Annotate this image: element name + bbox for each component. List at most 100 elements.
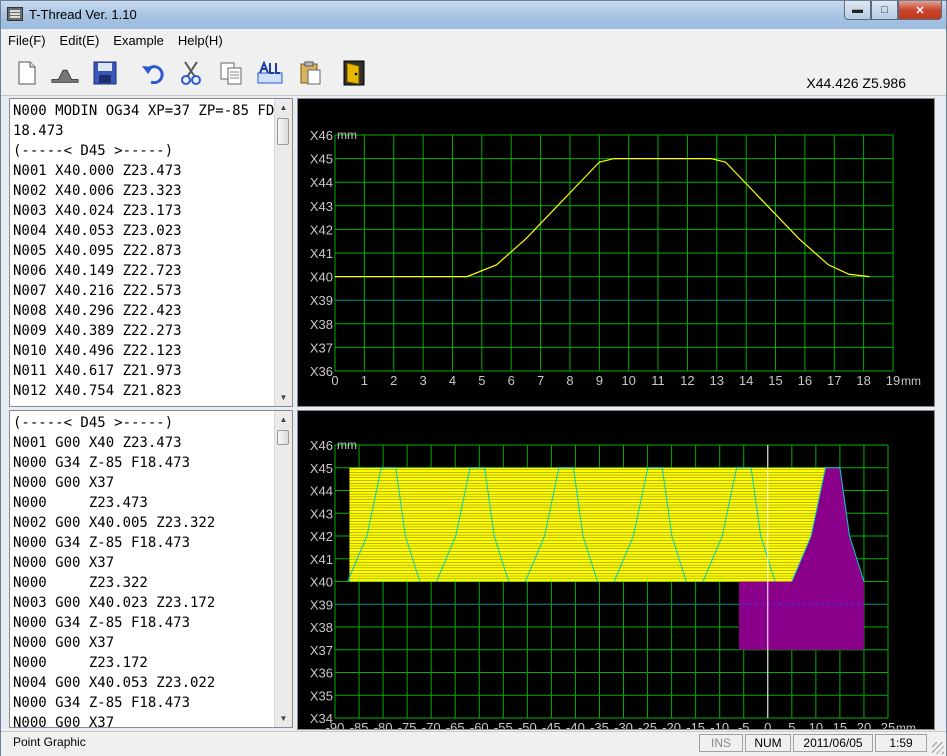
code-line[interactable]: N000 G34 Z-85 F18.473 — [13, 533, 215, 553]
minimize-button[interactable]: ▬ — [844, 1, 871, 20]
y-unit-label: mm — [337, 128, 357, 142]
code-line[interactable]: N000 MODIN OG34 XP=37 ZP=-85 FD= — [13, 101, 283, 121]
x-tick-label: -25 — [638, 720, 657, 729]
code-line[interactable]: (-----< D45 >-----) — [13, 141, 283, 161]
x-tick-label: -75 — [398, 720, 417, 729]
toolbar: X44.426 Z5.986 — [1, 51, 946, 96]
x-tick-label: -20 — [662, 720, 681, 729]
scroll-down-icon[interactable]: ▼ — [275, 389, 292, 406]
menu-example[interactable]: Example — [106, 33, 171, 48]
cut-icon — [181, 61, 201, 85]
pass-chart[interactable]: X46X45X44X43X42X41X40X39X38X37X36X35X34-… — [298, 411, 934, 729]
code-line[interactable]: N000 G34 Z-85 F18.473 — [13, 613, 215, 633]
cut-button[interactable] — [177, 59, 205, 87]
window-title: T-Thread Ver. 1.10 — [29, 7, 137, 22]
nc-output-text[interactable]: (-----< D45 >-----) N001 G00 X40 Z23.473 N… — [13, 413, 215, 727]
code-line[interactable]: N000 G34 Z-85 F18.473 — [13, 693, 215, 713]
code-line[interactable]: N002 X40.006 Z23.323 — [13, 181, 283, 201]
code-line[interactable]: N000 G34 Z-85 F18.473 — [13, 453, 215, 473]
undo-button[interactable] — [139, 59, 167, 87]
nc-output-editor[interactable]: (-----< D45 >-----) N001 G00 X40 Z23.473 N… — [9, 410, 293, 728]
nc-program-editor[interactable]: N000 MODIN OG34 XP=37 ZP=-85 FD= 18.473 (-… — [9, 98, 293, 407]
y-tick-label: X35 — [310, 688, 333, 703]
code-line[interactable]: N004 X40.053 Z23.023 — [13, 221, 283, 241]
scroll-up-icon[interactable]: ▲ — [275, 411, 292, 428]
cursor-coordinates: X44.426 Z5.986 — [806, 75, 906, 91]
menu-bar: File(F) Edit(E) Example Help(H) — [1, 29, 946, 51]
code-line[interactable]: (-----< D45 >-----) — [13, 413, 215, 433]
code-line[interactable]: N001 G00 X40 Z23.473 — [13, 433, 215, 453]
code-line[interactable]: N004 G00 X40.053 Z23.022 — [13, 673, 215, 693]
code-line[interactable]: N000 Z23.172 — [13, 653, 215, 673]
profile-chart[interactable]: X46X45X44X43X42X41X40X39X38X37X360 1 2 3 4 5 6… — [298, 99, 934, 406]
x-tick-label: -55 — [494, 720, 513, 729]
new-file-button[interactable] — [13, 59, 41, 87]
code-line[interactable]: N010 X40.496 Z22.123 — [13, 341, 283, 361]
code-line[interactable]: N000 Z23.322 — [13, 573, 215, 593]
x-tick-label: -15 — [686, 720, 705, 729]
code-line[interactable]: N000 G00 X37 — [13, 553, 215, 573]
copy-button[interactable] — [217, 59, 245, 87]
y-tick-label: X39 — [310, 597, 333, 612]
x-tick-label: 15 — [833, 720, 847, 729]
editor-top-scrollbar[interactable]: ▲ ▼ — [274, 99, 292, 406]
code-line[interactable]: N000 G00 X37 — [13, 633, 215, 653]
exit-door-icon — [343, 60, 365, 86]
x-tick-label: 13 — [710, 373, 724, 388]
x-tick-label: 17 — [827, 373, 841, 388]
y-tick-label: X36 — [310, 364, 333, 379]
scroll-thumb[interactable] — [277, 118, 289, 145]
copy-icon — [220, 62, 242, 85]
editor-bottom-scrollbar[interactable]: ▲ ▼ — [274, 411, 292, 727]
code-line[interactable]: N003 X40.024 Z23.173 — [13, 201, 283, 221]
paste-button[interactable] — [296, 59, 324, 87]
menu-edit[interactable]: Edit(E) — [53, 33, 107, 48]
select-all-button[interactable] — [256, 59, 284, 87]
code-line[interactable]: N005 X40.095 Z22.873 — [13, 241, 283, 261]
x-tick-label: -80 — [374, 720, 393, 729]
y-tick-label: X37 — [310, 643, 333, 658]
code-line[interactable]: N000 G00 X37 — [13, 713, 215, 727]
paste-icon — [300, 61, 321, 85]
thread-profile-graph[interactable]: X46 X45 X44 X43 X42 X41 X40 X39 X38 X37 X36 0 1 2 3 4 5 6… — [297, 98, 935, 407]
title-bar[interactable]: T-Thread Ver. 1.10 ▬ □ ✕ — [1, 1, 946, 29]
x-tick-label: -35 — [590, 720, 609, 729]
y-tick-label: X41 — [310, 552, 333, 567]
menu-help[interactable]: Help(H) — [171, 33, 230, 48]
code-line[interactable]: N001 X40.000 Z23.473 — [13, 161, 283, 181]
x-tick-label: 10 — [809, 720, 823, 729]
close-button[interactable]: ✕ — [898, 1, 942, 20]
code-line[interactable]: N009 X40.389 Z22.273 — [13, 321, 283, 341]
code-line[interactable]: N000 G00 X37 — [13, 473, 215, 493]
code-line[interactable]: N006 X40.149 Z22.723 — [13, 261, 283, 281]
x-tick-label: 8 — [566, 373, 573, 388]
code-line[interactable]: N003 G00 X40.023 Z23.172 — [13, 593, 215, 613]
cutting-pass-graph[interactable]: X46 X45 X44 X43 X42 X41 X40 X39 X38 X37 X36 X35 X34-… — [297, 410, 935, 730]
pass-band — [349, 467, 826, 582]
code-line[interactable]: N012 X40.754 Z21.823 — [13, 381, 283, 401]
y-tick-label: X41 — [310, 246, 333, 261]
nc-program-text[interactable]: N000 MODIN OG34 XP=37 ZP=-85 FD= 18.473 (-… — [13, 101, 283, 401]
code-line[interactable]: 18.473 — [13, 121, 283, 141]
thread-profile-button[interactable] — [51, 59, 79, 87]
save-button[interactable] — [91, 59, 119, 87]
resize-grip[interactable] — [932, 742, 944, 754]
scroll-down-icon[interactable]: ▼ — [275, 710, 292, 727]
maximize-button[interactable]: □ — [871, 1, 898, 20]
x-tick-label: 5 — [478, 373, 485, 388]
app-icon[interactable] — [7, 7, 23, 21]
x-tick-label: 18 — [856, 373, 870, 388]
menu-file[interactable]: File(F) — [1, 33, 53, 48]
minimize-icon: ▬ — [852, 4, 863, 16]
x-tick-label: 3 — [419, 373, 426, 388]
exit-button[interactable] — [341, 59, 369, 87]
code-line[interactable]: N011 X40.617 Z21.973 — [13, 361, 283, 381]
y-tick-label: X43 — [310, 506, 333, 521]
y-unit-label: mm — [337, 438, 357, 452]
scroll-up-icon[interactable]: ▲ — [275, 99, 292, 116]
code-line[interactable]: N000 Z23.473 — [13, 493, 215, 513]
code-line[interactable]: N007 X40.216 Z22.573 — [13, 281, 283, 301]
scroll-thumb[interactable] — [277, 430, 289, 445]
code-line[interactable]: N008 X40.296 Z22.423 — [13, 301, 283, 321]
code-line[interactable]: N002 G00 X40.005 Z23.322 — [13, 513, 215, 533]
